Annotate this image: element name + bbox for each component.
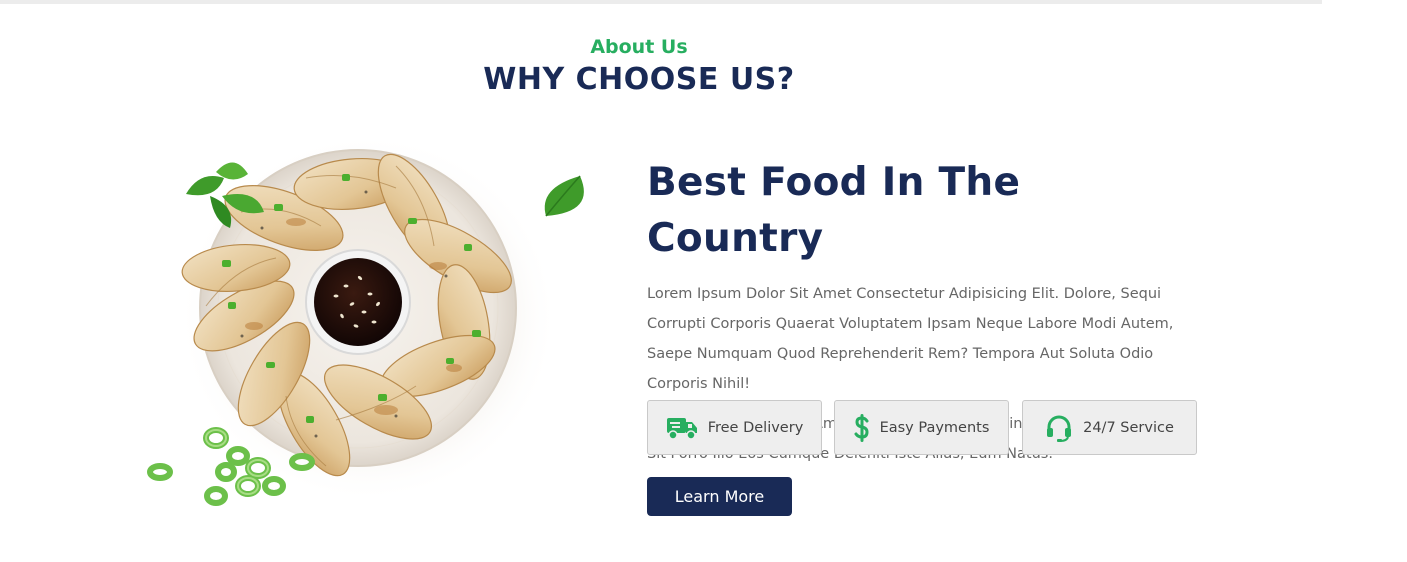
top-divider [0,0,1322,4]
learn-more-button[interactable]: Learn More [647,477,792,516]
feature-title: Best Food In The Country [647,160,1021,261]
badge-24-7-service: 24/7 Service [1022,400,1197,455]
dumplings-image [146,126,606,516]
dollar-icon [854,413,870,442]
badge-label: Free Delivery [707,419,804,436]
section-eyebrow: About Us [590,36,688,58]
badge-easy-payments: Easy Payments [834,400,1009,455]
section-heading: About Us WHY CHOOSE US? [0,34,1278,100]
headset-icon [1045,414,1073,442]
feature-paragraph-1: Lorem Ipsum Dolor Sit Amet Consectetur A… [647,286,1174,392]
feature-badges: Free Delivery Easy Payments 24/7 Service [647,400,1199,457]
about-section: About Us WHY CHOOSE US? Best Food In The… [0,0,1407,562]
badge-free-delivery: Free Delivery [647,400,822,455]
section-title: WHY CHOOSE US? [483,62,795,97]
badge-label: Easy Payments [879,419,990,436]
truck-icon [666,415,698,441]
badge-label: 24/7 Service [1083,419,1174,436]
